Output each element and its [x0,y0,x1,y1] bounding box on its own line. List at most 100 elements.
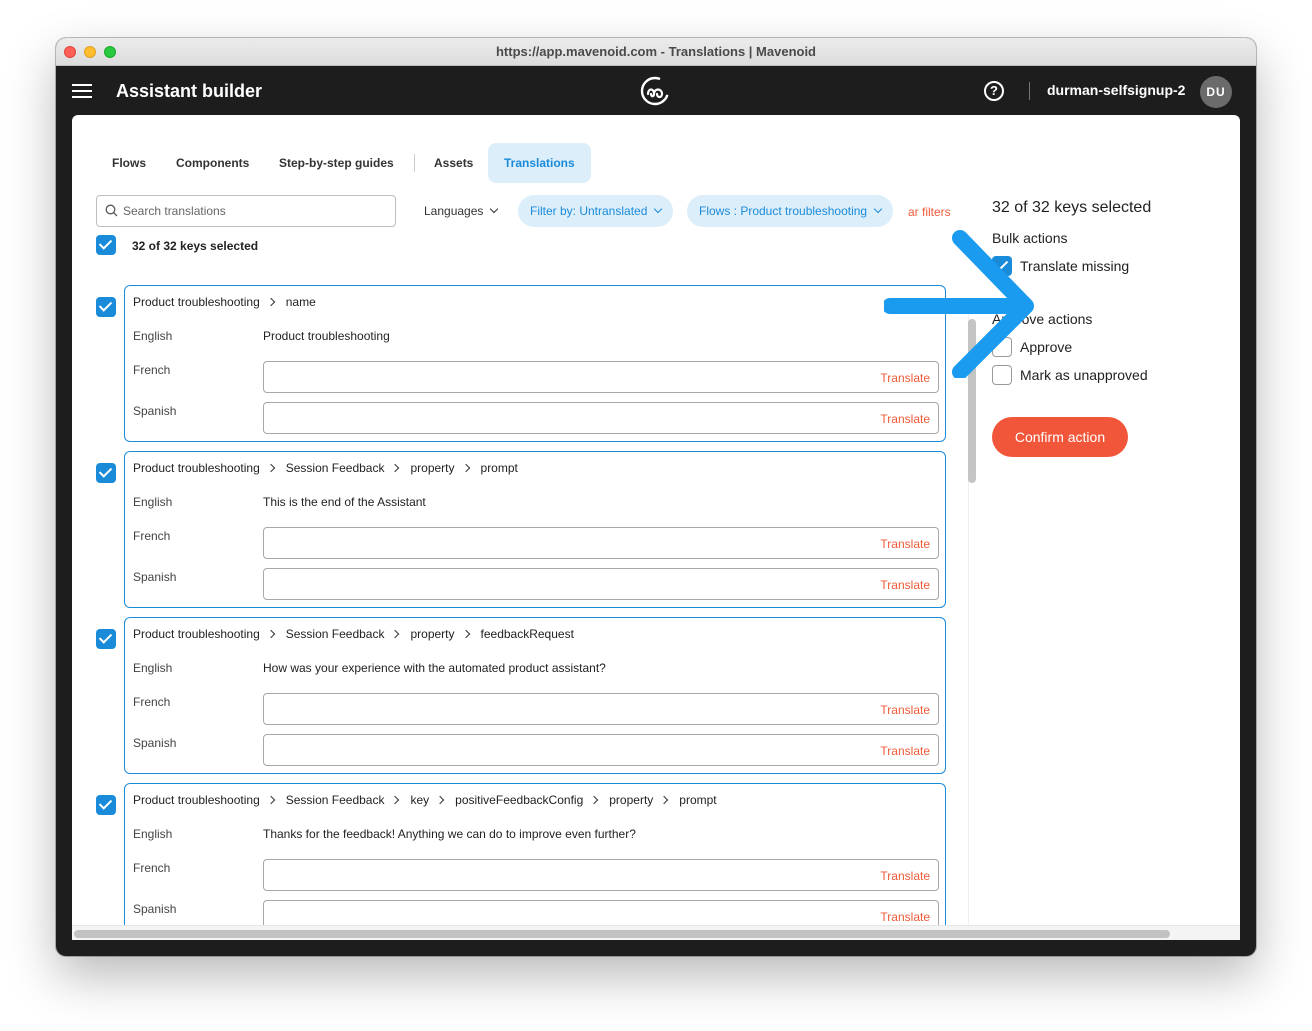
translate-button[interactable]: Translate [880,744,930,758]
tab-step-by-step-guides[interactable]: Step-by-step guides [263,143,410,183]
username[interactable]: durman-selfsignup-2 [1047,82,1185,98]
translate-button[interactable]: Translate [880,537,930,551]
chevron-right-icon [590,795,599,805]
mavenoid-logo-icon[interactable] [639,75,671,107]
clear-filters-link[interactable]: ar filters [908,205,951,219]
path-segment: Product troubleshooting [133,793,260,807]
chevron-right-icon [435,795,445,805]
approve-checkbox[interactable] [992,337,1012,357]
translate-button[interactable]: Translate [880,578,930,592]
translate-button[interactable]: Translate [880,371,930,385]
translate-button[interactable]: Translate [880,910,930,924]
english-text: How was your experience with the automat… [263,661,606,675]
path-segment: Session Feedback [285,793,385,807]
chevron-down-icon [873,204,883,214]
key-path: Product troubleshooting Session Feedback p… [133,461,518,475]
tab-components[interactable]: Components [160,143,265,183]
translate-button[interactable]: Translate [880,412,930,426]
filter-dropdown[interactable]: Filter by: Untranslated [518,195,674,227]
window-titlebar: https://app.mavenoid.com - Translations … [56,38,1256,66]
languages-dropdown[interactable]: Languages [412,195,509,227]
bulk-actions-panel: 32 of 32 keys selected Bulk actions Tran… [992,115,1232,940]
english-label: English [133,329,173,343]
path-segment: Product troubleshooting [133,295,260,309]
item-checkbox[interactable] [96,629,116,649]
path-segment: property [410,461,455,475]
confirm-action-button[interactable]: Confirm action [992,417,1128,457]
vertical-scrollbar[interactable] [968,315,976,940]
tab-assets[interactable]: Assets [418,143,489,183]
french-label: French [133,529,171,543]
vertical-scrollbar-thumb[interactable] [968,319,976,483]
spanish-label: Spanish [133,404,177,418]
chevron-down-icon [490,204,499,214]
translate-button[interactable]: Translate [880,869,930,883]
translate-missing-checkbox[interactable] [992,256,1012,276]
hamburger-menu-icon[interactable] [72,84,92,98]
item-checkbox[interactable] [96,795,116,815]
approve-actions-heading: Approve actions [992,311,1093,327]
french-field[interactable]: Translate [263,361,939,393]
chevron-right-icon [266,795,275,805]
translation-list: Product troubleshooting name English Prod… [72,275,952,940]
spanish-label: Spanish [133,736,177,750]
english-label: English [133,661,173,675]
panel-selection-count: 32 of 32 keys selected [992,199,1152,216]
main-content: Flows Components Step-by-step guides Ass… [72,115,1240,940]
spanish-field[interactable]: Translate [263,568,939,600]
key-path: Product troubleshooting name [133,295,316,309]
chevron-right-icon [461,629,470,639]
item-checkbox[interactable] [96,463,116,483]
bulk-actions-heading: Bulk actions [992,230,1068,246]
translate-button[interactable]: Translate [880,703,930,717]
chevron-right-icon [266,297,275,307]
path-segment: property [609,793,654,807]
path-segment: Session Feedback [285,627,385,641]
chevron-right-icon [461,463,470,473]
horizontal-scrollbar[interactable] [72,925,1240,940]
translation-card: Product troubleshooting Session Feedback p… [124,451,946,608]
french-label: French [133,861,171,875]
path-segment: prompt [480,461,518,475]
translation-card: Product troubleshooting name English Prod… [124,285,946,442]
translate-missing-label[interactable]: Translate missing [1020,258,1129,274]
french-label: French [133,363,171,377]
spanish-field[interactable]: Translate [263,402,939,434]
path-segment: property [410,627,455,641]
horizontal-scrollbar-thumb[interactable] [74,930,1170,938]
app-title: Assistant builder [116,81,263,101]
app-header: Assistant builder ? durman-selfsignup-2 … [56,67,1256,115]
help-icon[interactable]: ? [984,81,1004,101]
mark-unapproved-label[interactable]: Mark as unapproved [1020,367,1148,383]
selection-count: 32 of 32 keys selected [132,239,259,253]
select-all-checkbox[interactable] [96,235,116,255]
window-title: https://app.mavenoid.com - Translations … [495,44,817,59]
french-field[interactable]: Translate [263,693,939,725]
approve-label[interactable]: Approve [1020,339,1072,355]
english-label: English [133,495,173,509]
header-divider [1029,82,1030,100]
tab-translations[interactable]: Translations [488,143,591,183]
languages-dropdown-label: Languages [424,204,484,218]
chevron-right-icon [266,629,275,639]
search-input[interactable] [123,196,388,226]
mark-unapproved-checkbox[interactable] [992,365,1012,385]
path-segment: feedbackRequest [480,627,574,641]
avatar[interactable]: DU [1200,76,1232,108]
key-path: Product troubleshooting Session Feedback p… [133,627,574,641]
search-box[interactable] [96,195,396,227]
french-field[interactable]: Translate [263,527,939,559]
browser-window: https://app.mavenoid.com - Translations … [56,38,1256,956]
path-segment: key [410,793,430,807]
english-text: This is the end of the Assistant [263,495,426,509]
french-field[interactable]: Translate [263,859,939,891]
search-icon [105,204,118,217]
path-segment: Product troubleshooting [133,627,260,641]
tab-flows[interactable]: Flows [96,143,162,183]
path-segment: name [285,295,316,309]
flows-dropdown[interactable]: Flows : Product troubleshooting [687,195,894,227]
key-path: Product troubleshooting Session Feedback k… [133,793,717,807]
chevron-right-icon [266,463,275,473]
item-checkbox[interactable] [96,297,116,317]
spanish-field[interactable]: Translate [263,734,939,766]
